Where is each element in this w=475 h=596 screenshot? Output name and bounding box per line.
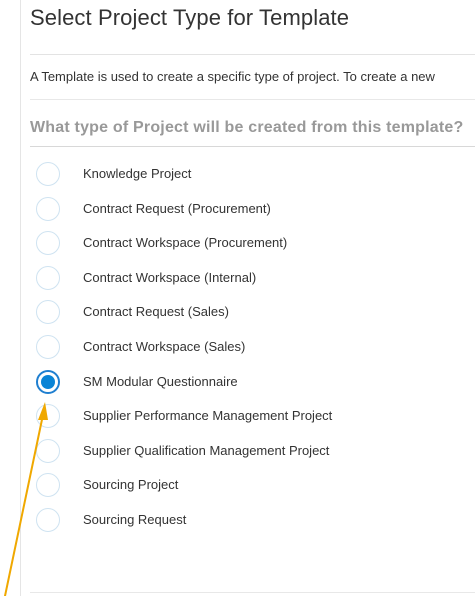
option-label: Sourcing Project — [83, 477, 179, 493]
radio-button[interactable] — [36, 438, 60, 463]
option-label: Knowledge Project — [83, 166, 192, 181]
project-type-radio-group: Knowledge Project Contract Request (Proc… — [36, 162, 466, 543]
radio-button[interactable] — [36, 231, 60, 256]
radio-button[interactable] — [36, 334, 60, 359]
option-label: SM Modular Questionnaire — [83, 373, 238, 389]
radio-button[interactable] — [36, 404, 60, 429]
option-sourcing-project[interactable]: Sourcing Project — [36, 473, 466, 508]
radio-button[interactable] — [36, 265, 60, 290]
template-description: A Template is used to create a specific … — [30, 69, 435, 84]
option-label: Sourcing Request — [83, 511, 187, 527]
bottom-divider — [30, 592, 475, 593]
radio-button[interactable] — [36, 162, 60, 186]
option-label: Supplier Qualification Management Projec… — [83, 442, 330, 458]
select-project-type-page: Select Project Type for Template A Templ… — [0, 0, 475, 596]
title-divider — [30, 54, 475, 55]
option-label: Supplier Performance Management Project — [83, 408, 333, 424]
option-contract-request-sales[interactable]: Contract Request (Sales) — [36, 300, 466, 335]
option-label: Contract Workspace (Procurement) — [83, 235, 288, 251]
option-sm-modular-questionnaire[interactable]: SM Modular Questionnaire — [36, 369, 466, 405]
question-divider — [30, 146, 475, 147]
radio-button[interactable] — [36, 473, 60, 498]
option-label: Contract Workspace (Internal) — [83, 269, 257, 285]
description-divider — [30, 99, 475, 100]
option-label: Contract Workspace (Sales) — [83, 338, 246, 354]
option-contract-workspace-internal[interactable]: Contract Workspace (Internal) — [36, 265, 466, 301]
radio-button[interactable] — [36, 196, 60, 221]
page-title: Select Project Type for Template — [30, 5, 350, 30]
option-supplier-performance-management-project[interactable]: Supplier Performance Management Project — [36, 404, 466, 439]
radio-button[interactable] — [36, 300, 60, 325]
option-knowledge-project[interactable]: Knowledge Project — [36, 162, 466, 197]
project-type-question: What type of Project will be created fro… — [30, 119, 464, 136]
option-supplier-qualification-management-project[interactable]: Supplier Qualification Management Projec… — [36, 438, 466, 474]
radio-button[interactable] — [36, 507, 60, 532]
left-divider — [20, 0, 21, 596]
option-contract-request-procurement[interactable]: Contract Request (Procurement) — [36, 196, 466, 232]
radio-button-selected[interactable] — [36, 369, 60, 394]
option-contract-workspace-procurement[interactable]: Contract Workspace (Procurement) — [36, 231, 466, 266]
option-label: Contract Request (Procurement) — [83, 200, 271, 216]
option-label: Contract Request (Sales) — [83, 304, 229, 320]
option-sourcing-request[interactable]: Sourcing Request — [36, 507, 466, 543]
option-contract-workspace-sales[interactable]: Contract Workspace (Sales) — [36, 334, 466, 370]
